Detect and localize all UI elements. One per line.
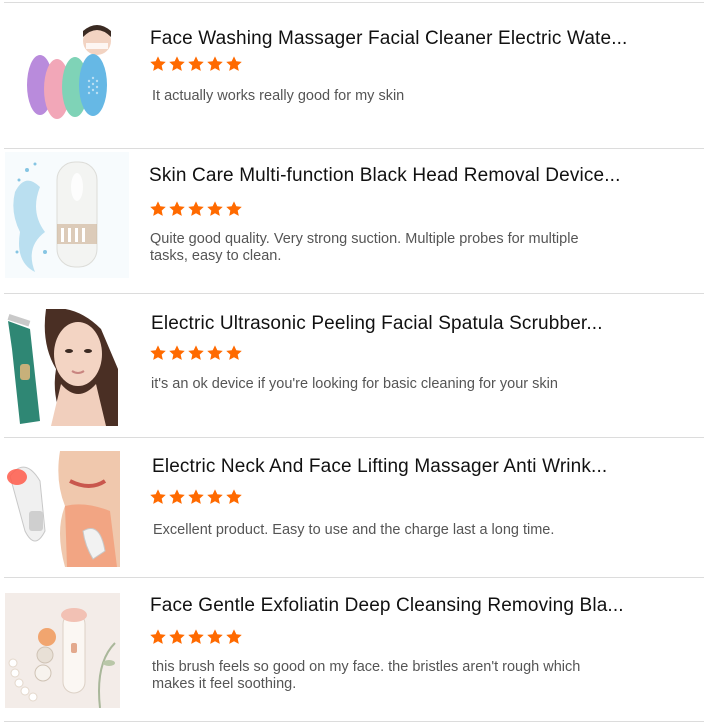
star-rating	[149, 344, 243, 364]
review-text: it's an ok device if you're looking for …	[151, 376, 558, 392]
star-icon	[187, 628, 205, 646]
star-icon	[149, 200, 167, 218]
review-text: It actually works really good for my ski…	[152, 88, 405, 104]
review-list: Face Washing Massager Facial Cleaner Ele…	[0, 0, 705, 727]
star-icon	[206, 200, 224, 218]
star-icon	[225, 628, 243, 646]
product-title[interactable]: Face Gentle Exfoliatin Deep Cleansing Re…	[150, 595, 624, 617]
star-icon	[168, 488, 186, 506]
star-icon	[149, 628, 167, 646]
product-title[interactable]: Electric Neck And Face Lifting Massager …	[152, 456, 607, 478]
star-icon	[168, 344, 186, 362]
star-rating	[149, 488, 243, 508]
blackhead-device-product-image[interactable]	[5, 152, 129, 278]
star-icon	[149, 55, 167, 73]
star-icon	[187, 488, 205, 506]
product-title[interactable]: Face Washing Massager Facial Cleaner Ele…	[150, 28, 628, 50]
cleansing-brush-product-image[interactable]	[5, 593, 120, 708]
divider	[4, 721, 704, 722]
star-icon	[206, 344, 224, 362]
star-icon	[149, 344, 167, 362]
star-icon	[168, 628, 186, 646]
review-item[interactable]: Electric Ultrasonic Peeling Facial Spatu…	[0, 294, 705, 437]
star-icon	[225, 200, 243, 218]
star-icon	[187, 344, 205, 362]
star-rating	[149, 200, 243, 220]
star-icon	[225, 488, 243, 506]
review-text: this brush feels so good on my face. the…	[152, 659, 581, 692]
product-title[interactable]: Electric Ultrasonic Peeling Facial Spatu…	[151, 313, 603, 335]
star-rating	[149, 628, 243, 648]
review-item[interactable]: Face Washing Massager Facial Cleaner Ele…	[0, 3, 705, 148]
star-icon	[187, 200, 205, 218]
star-icon	[225, 55, 243, 73]
star-icon	[168, 200, 186, 218]
star-icon	[206, 488, 224, 506]
review-item[interactable]: Skin Care Multi-function Black Head Remo…	[0, 149, 705, 293]
review-text: Quite good quality. Very strong suction.…	[150, 231, 579, 264]
star-icon	[168, 55, 186, 73]
star-icon	[225, 344, 243, 362]
facial-brush-product-image[interactable]	[22, 23, 117, 128]
review-item[interactable]: Face Gentle Exfoliatin Deep Cleansing Re…	[0, 578, 705, 720]
star-icon	[149, 488, 167, 506]
review-item[interactable]: Electric Neck And Face Lifting Massager …	[0, 438, 705, 577]
neck-massager-product-image[interactable]	[5, 451, 120, 567]
star-icon	[206, 628, 224, 646]
star-rating	[149, 55, 243, 75]
star-icon	[206, 55, 224, 73]
star-icon	[187, 55, 205, 73]
ultrasonic-spatula-product-image[interactable]	[6, 309, 118, 426]
product-title[interactable]: Skin Care Multi-function Black Head Remo…	[149, 165, 621, 187]
review-text: Excellent product. Easy to use and the c…	[153, 522, 555, 538]
